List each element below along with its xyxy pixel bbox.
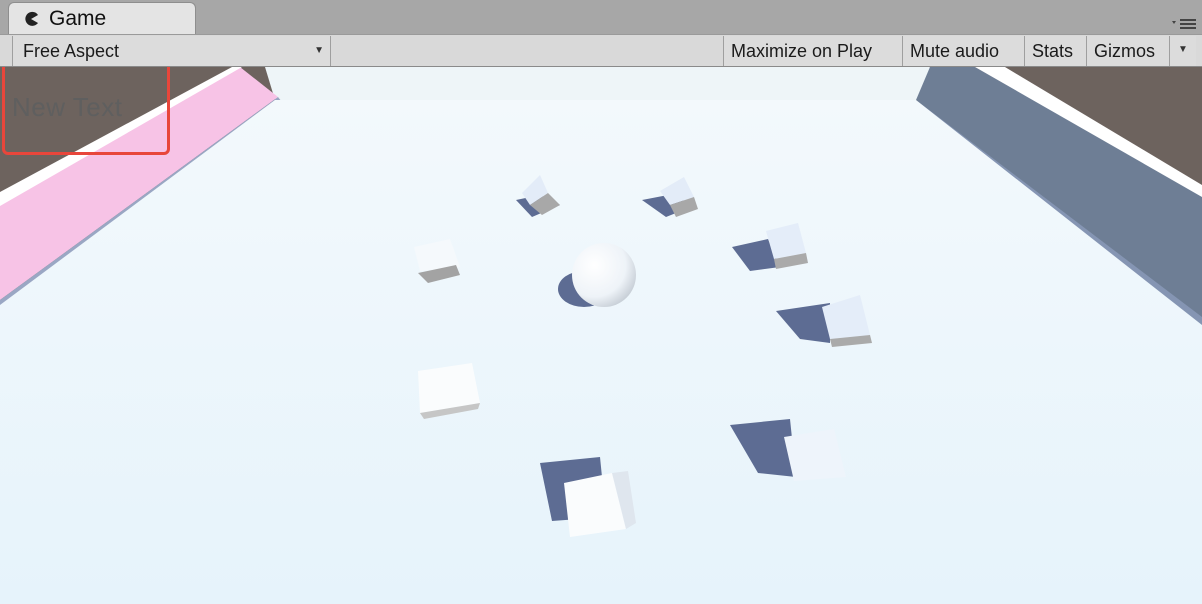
maximize-on-play-toggle[interactable]: Maximize on Play [723, 36, 902, 66]
chevron-down-icon: ▼ [314, 45, 324, 56]
player-sphere [572, 243, 636, 307]
tab-game[interactable]: Game [8, 2, 196, 34]
game-viewport[interactable]: New Text [0, 67, 1202, 604]
stats-toggle[interactable]: Stats [1024, 36, 1086, 66]
game-toolbar: Free Aspect ▼ Maximize on Play Mute audi… [0, 34, 1202, 67]
aspect-label: Free Aspect [23, 41, 120, 61]
far-wall [265, 67, 930, 100]
tab-title: Game [49, 7, 107, 30]
game-pacman-icon [25, 11, 38, 26]
highlight-box [2, 67, 170, 155]
mute-audio-toggle[interactable]: Mute audio [902, 36, 1024, 66]
game-scene [0, 67, 1202, 604]
tab-strip: Game [0, 0, 1202, 34]
panel-menu-icon[interactable] [1170, 15, 1200, 33]
gizmos-toggle[interactable]: Gizmos [1086, 36, 1170, 66]
gizmos-dropdown-icon[interactable]: ▼ [1170, 36, 1196, 66]
aspect-dropdown[interactable]: Free Aspect ▼ [12, 36, 331, 66]
